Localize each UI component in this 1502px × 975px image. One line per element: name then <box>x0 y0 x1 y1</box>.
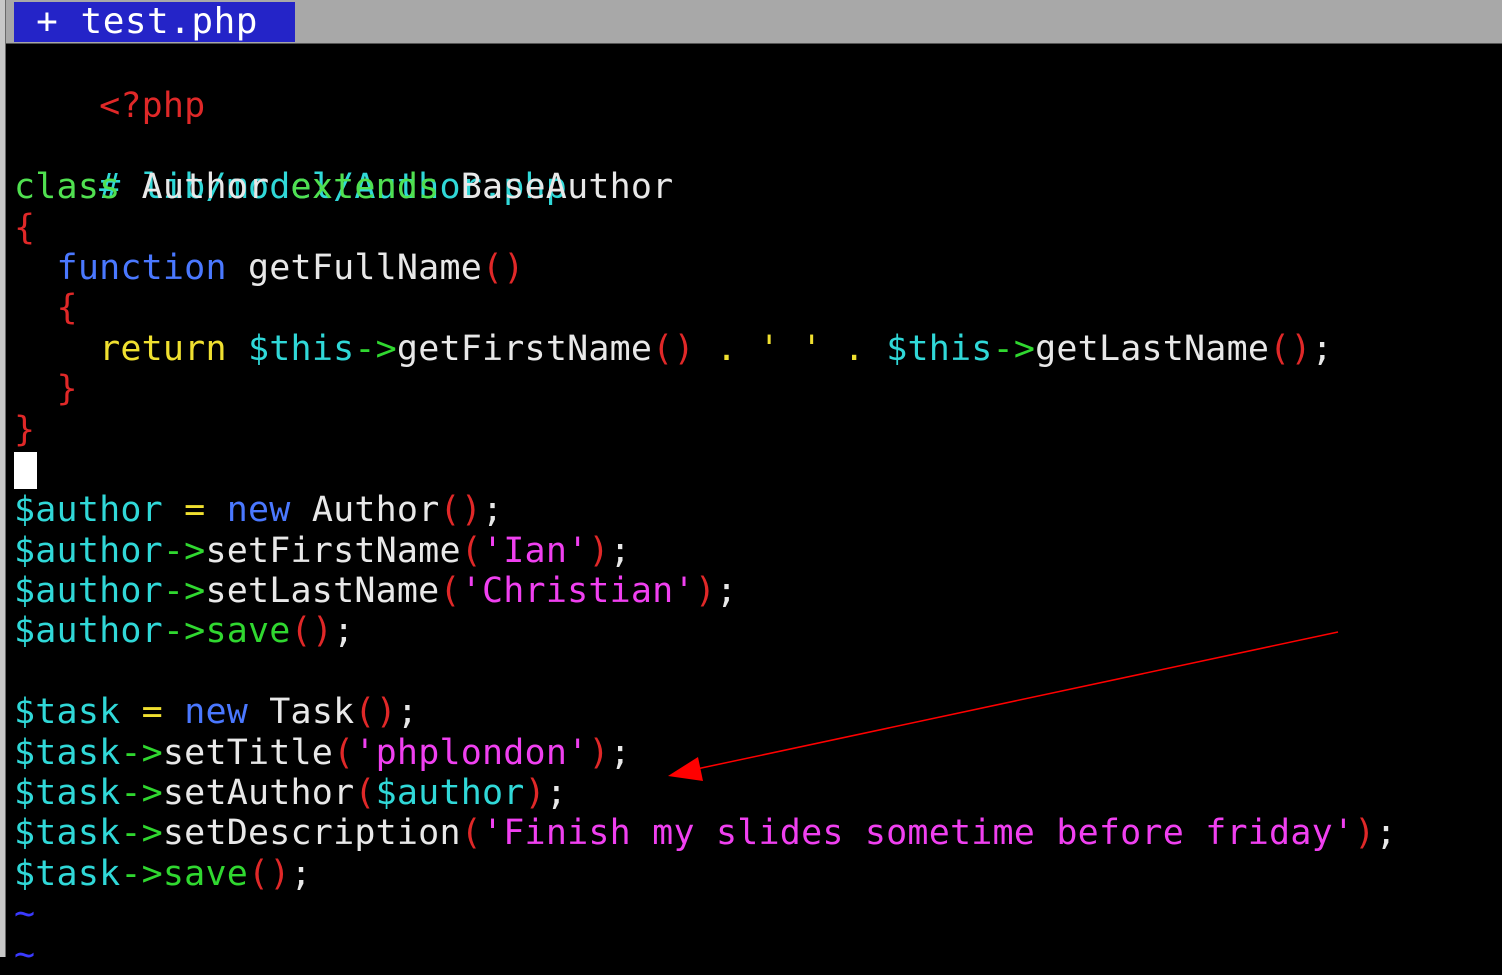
annotation-arrowhead <box>668 757 703 781</box>
annotation-overlay <box>668 631 1339 781</box>
annotation-arrow-line <box>691 631 1339 771</box>
